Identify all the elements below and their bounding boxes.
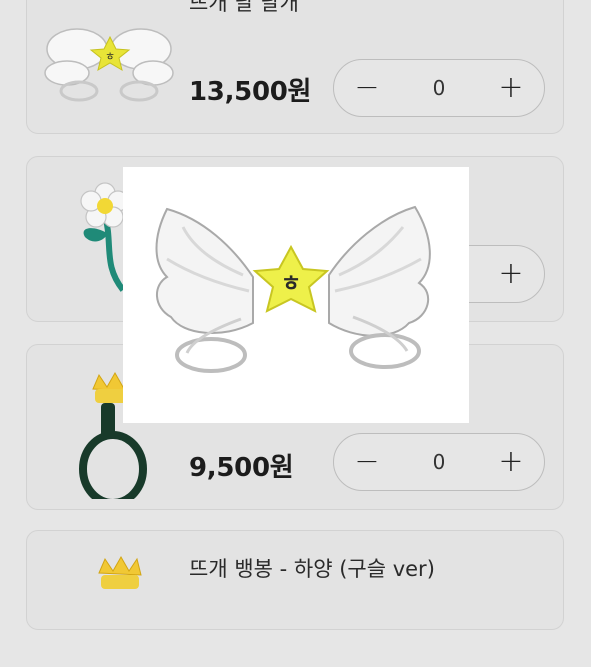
increase-button[interactable]: + bbox=[482, 60, 540, 115]
image-preview[interactable]: ㅎ bbox=[123, 167, 469, 423]
svg-text:ㅎ: ㅎ bbox=[105, 50, 115, 63]
quantity-stepper[interactable]: − 0 + bbox=[333, 433, 545, 491]
product-price: 9,500원 bbox=[189, 453, 294, 483]
svg-text:ㅎ: ㅎ bbox=[281, 272, 301, 297]
angel-wing-star-icon: ㅎ bbox=[44, 28, 174, 102]
product-name: 뜨개 뱅봉 - 하양 (구슬 ver) bbox=[189, 557, 435, 581]
product-name: 뜨개 날 날개 bbox=[189, 0, 299, 15]
product-thumbnail[interactable] bbox=[43, 549, 177, 667]
crown-icon bbox=[98, 555, 142, 589]
product-thumbnail[interactable]: ㅎ bbox=[43, 3, 177, 121]
product-price: 13,500원 bbox=[189, 77, 312, 107]
quantity-stepper[interactable]: − 0 + bbox=[333, 59, 545, 117]
increase-button[interactable]: + bbox=[482, 434, 540, 489]
product-card[interactable]: 뜨개 뱅봉 - 하양 (구슬 ver) bbox=[26, 530, 564, 630]
increase-button[interactable]: + bbox=[482, 246, 540, 301]
product-card[interactable]: ㅎ 뜨개 날 날개 13,500원 − 0 + bbox=[26, 0, 564, 134]
angel-wing-star-icon: ㅎ bbox=[155, 205, 431, 373]
